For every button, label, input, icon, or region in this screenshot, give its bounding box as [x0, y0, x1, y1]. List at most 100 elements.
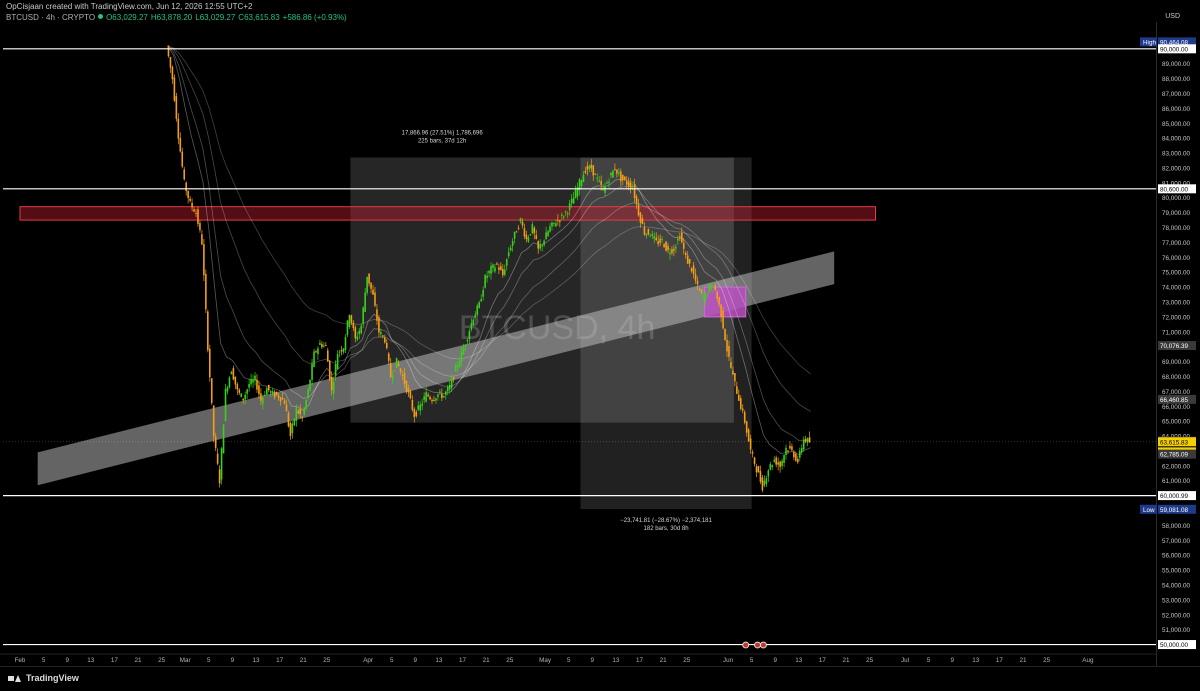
candle-body — [513, 231, 516, 239]
candle-body — [633, 184, 636, 199]
candle-body — [714, 285, 717, 290]
candle-body — [462, 347, 465, 355]
price-tick-label: 69,000.00 — [1162, 359, 1191, 366]
time-tick-label: 5 — [567, 657, 571, 664]
candle-body — [179, 138, 182, 152]
candle-body — [647, 228, 650, 235]
price-chart[interactable]: BTCUSD, 4h 17,866.96 (27.51%) 1,786,6962… — [0, 0, 1200, 690]
candle-body — [503, 269, 506, 275]
candle-body — [203, 244, 205, 276]
price-tick-label: 74,000.00 — [1162, 285, 1191, 292]
currency-label[interactable]: USD — [1165, 13, 1180, 20]
candle-body — [364, 292, 366, 312]
candle-body — [366, 276, 368, 293]
candle-body — [250, 378, 252, 385]
candle-body — [745, 421, 748, 433]
candle-body — [452, 377, 455, 379]
candle-body — [207, 311, 209, 351]
candle-body — [441, 393, 443, 398]
candle-body — [639, 212, 642, 223]
time-tick-label: 13 — [612, 657, 620, 664]
time-tick-label: 25 — [683, 657, 691, 664]
candle-body — [256, 379, 258, 390]
time-tick-label: 21 — [483, 657, 491, 664]
price-tick-label: 89,000.00 — [1162, 61, 1191, 68]
candle-body — [199, 223, 201, 230]
candle-body — [260, 393, 262, 401]
candle-body — [498, 267, 500, 270]
candle-body — [443, 395, 445, 398]
candle-body — [702, 298, 705, 300]
candle-body — [525, 234, 528, 240]
candle-body — [384, 337, 386, 343]
candle-body — [535, 235, 538, 239]
candle-body — [765, 478, 768, 484]
price-label: 62,785.09 — [1160, 452, 1189, 459]
candle-body — [395, 357, 398, 369]
candle-body — [212, 405, 215, 437]
candle-body — [460, 351, 463, 362]
candle-body — [769, 464, 772, 470]
candle-body — [755, 466, 758, 473]
candle-body — [736, 386, 738, 394]
candle-body — [612, 170, 614, 178]
candle-body — [220, 448, 223, 480]
candle-body — [757, 466, 760, 473]
candle-body — [338, 351, 341, 353]
tradingview-icon — [8, 674, 22, 683]
candle-body — [730, 362, 732, 368]
candle-body — [800, 447, 803, 452]
time-tick-label: 13 — [795, 657, 803, 664]
candle-body — [244, 394, 246, 400]
candle-body — [232, 368, 235, 380]
candle-body — [557, 219, 559, 221]
event-marker-icon — [754, 641, 761, 649]
candle-body — [718, 297, 720, 305]
candle-body — [340, 349, 343, 352]
candle-body — [439, 391, 441, 393]
candle-body — [625, 181, 628, 185]
symbol-label[interactable]: BTCUSD · 4h · CRYPTO — [6, 13, 95, 22]
candle-body — [789, 445, 791, 449]
time-tick-label: 21 — [300, 657, 308, 664]
candle-body — [584, 171, 587, 173]
candle-body — [572, 197, 575, 204]
candle-body — [629, 182, 632, 189]
price-label: 63,615.83 — [1160, 439, 1189, 446]
candle-body — [305, 399, 307, 409]
chart-header: OpCisjaan created with TradingView.com, … — [0, 0, 1200, 22]
candle-body — [240, 393, 243, 397]
candle-body — [191, 202, 193, 208]
candle-body — [657, 241, 659, 244]
close-value: C63,615.83 — [238, 13, 280, 22]
price-tick-label: 78,000.00 — [1162, 225, 1191, 232]
candle-body — [753, 457, 756, 464]
candle-body — [397, 363, 400, 367]
candle-body — [446, 387, 449, 392]
price-tick-label: 65,000.00 — [1162, 419, 1191, 426]
candle-body — [502, 269, 504, 276]
candle-body — [761, 477, 764, 491]
candle-body — [382, 335, 384, 337]
candle-body — [795, 453, 797, 461]
price-tick-label: 82,000.00 — [1162, 165, 1191, 172]
candle-body — [326, 350, 329, 362]
measure-up-label: 17,866.96 (27.51%) 1,786,696 — [402, 131, 484, 137]
candle-body — [478, 302, 481, 308]
candle-body — [559, 220, 561, 222]
tradingview-logo[interactable]: TradingView — [8, 673, 79, 683]
candle-body — [289, 422, 292, 437]
candle-body — [618, 172, 620, 174]
candle-body — [417, 405, 420, 410]
candle-body — [529, 234, 532, 236]
candle-body — [271, 391, 274, 394]
candle-body — [684, 252, 687, 256]
candle-body — [301, 416, 304, 418]
candle-body — [370, 282, 372, 289]
candle-body — [372, 289, 374, 295]
candle-body — [667, 245, 669, 251]
candle-body — [236, 384, 239, 390]
candle-body — [431, 399, 433, 402]
candle-body — [732, 370, 734, 375]
candle-body — [515, 231, 518, 233]
